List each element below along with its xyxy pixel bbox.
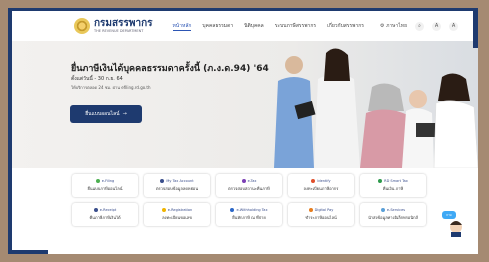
- menu-individual[interactable]: บุคคลธรรมดา: [202, 22, 233, 31]
- service-card-label: ลงทะเบียนขอเลข: [162, 215, 192, 220]
- person-1: [285, 56, 303, 74]
- chatbot-avatar-icon: [450, 221, 462, 237]
- menu-home[interactable]: หน้าหลัก: [172, 22, 192, 31]
- font-small-button[interactable]: A: [432, 21, 442, 31]
- language-label: ภาษาไทย: [386, 23, 408, 29]
- service-card-label: ยื่นแบบภาษีออนไลน์: [87, 186, 123, 191]
- top-navbar: กรมสรรพากร THE REVENUE DEPARTMENT หน้าหล…: [12, 11, 478, 42]
- nav-tools: ⚙ ภาษาไทย ⌕ A A: [380, 21, 459, 31]
- hero-service-time: ให้บริการตลอด 24 ชม. ผ่าน efiling.rd.go.…: [71, 85, 151, 90]
- menu-tax-system[interactable]: ระบบภาษีสรรพากร: [275, 22, 316, 31]
- main-menu: หน้าหลัก บุคคลธรรมดา นิติบุคคล ระบบภาษีส…: [172, 22, 364, 31]
- hero-title: ยื่นภาษีเงินได้บุคคลธรรมดาครั้งนี้ (ภ.ง.…: [71, 64, 269, 74]
- eservices-icon: [380, 208, 385, 212]
- arrow-right-icon: →: [122, 111, 127, 117]
- browser-page: กรมสรรพากร THE REVENUE DEPARTMENT หน้าหล…: [8, 8, 478, 254]
- file-online-label: ยื่นแบบออนไลน์: [85, 111, 120, 117]
- service-card-label: ลงทะเบียนภาษีอากร: [303, 186, 339, 191]
- service-card-ewithholding[interactable]: e-Withholding Tax ยื่นหักภาษี ณ ที่จ่าย: [216, 203, 282, 226]
- service-card-etax[interactable]: e-Tax ตรวจสอบสถานะคืนภาษี: [216, 174, 282, 197]
- hero-date: ตั้งแต่วันนี้ - 30 ก.ย. 64: [71, 76, 123, 82]
- service-card-efiling[interactable]: e-Filing ยื่นแบบภาษีออนไลน์: [72, 174, 138, 197]
- mytax-icon: [160, 179, 165, 183]
- logo-subtitle: THE REVENUE DEPARTMENT: [94, 28, 144, 33]
- chatbot-widget[interactable]: ถาม: [442, 211, 464, 237]
- service-card-label: ตรวจสอบข้อมูลลดหย่อน: [155, 186, 199, 191]
- frame-corner-bottom-left: [8, 250, 48, 254]
- frame-corner-top-right: [473, 8, 478, 48]
- service-card-label: ตรวจสอบสถานะคืนภาษี: [228, 186, 270, 191]
- smarttax-icon: [378, 179, 383, 183]
- eregistration-icon: [161, 208, 166, 212]
- ereceipt-icon: [93, 208, 98, 212]
- service-card-label: คืนเงิน ภาษี: [382, 186, 404, 191]
- menu-about[interactable]: เกี่ยวกับสรรพากร: [327, 22, 364, 31]
- service-card-eregistration[interactable]: e-Registration ลงทะเบียนขอเลข: [144, 203, 210, 226]
- etax-icon: [241, 179, 246, 183]
- logo-title: กรมสรรพากร: [94, 17, 153, 29]
- service-card-eservices[interactable]: e-Services นำส่งข้อมูลทางอิเล็กทรอนิกส์: [360, 203, 426, 226]
- service-card-label: ยื่นหักภาษี ณ ที่จ่าย: [232, 215, 266, 220]
- search-icon[interactable]: ⌕: [415, 21, 425, 31]
- seal-icon: [74, 18, 90, 34]
- hero-banner: ยื่นภาษีเงินได้บุคคลธรรมดาครั้งนี้ (ภ.ง.…: [12, 41, 478, 168]
- identify-icon: [311, 179, 316, 183]
- service-card-identify[interactable]: Identify ลงทะเบียนภาษีอากร: [288, 174, 354, 197]
- service-card-label: นำส่งข้อมูลทางอิเล็กทรอนิกส์: [368, 215, 418, 220]
- service-card-label: ชำระภาษีออนไลน์: [305, 215, 337, 220]
- menu-corporate[interactable]: นิติบุคคล: [244, 22, 264, 31]
- language-selector[interactable]: ⚙ ภาษาไทย: [380, 22, 407, 30]
- digitalpay-icon: [308, 208, 313, 212]
- ewithholding-icon: [230, 208, 235, 212]
- service-card-ereceipt[interactable]: e-Receipt คืนภาษีภาษีเงินได้: [72, 203, 138, 226]
- service-card-mytax[interactable]: My Tax Account ตรวจสอบข้อมูลลดหย่อน: [144, 174, 210, 197]
- efiling-icon: [95, 179, 100, 183]
- hero-people-image: [274, 48, 478, 168]
- service-card-digitalpay[interactable]: Digital Pay ชำระภาษีออนไลน์: [288, 203, 354, 226]
- file-online-button[interactable]: ยื่นแบบออนไลน์ →: [70, 105, 142, 123]
- service-card-smarttax[interactable]: RD Smart Tax คืนเงิน ภาษี: [360, 174, 426, 197]
- service-cards: e-Filing ยื่นแบบภาษีออนไลน์ My Tax Accou…: [72, 174, 428, 232]
- service-card-label: คืนภาษีภาษีเงินได้: [89, 215, 121, 220]
- font-large-button[interactable]: A: [449, 21, 459, 31]
- rd-logo[interactable]: กรมสรรพากร THE REVENUE DEPARTMENT: [74, 18, 153, 34]
